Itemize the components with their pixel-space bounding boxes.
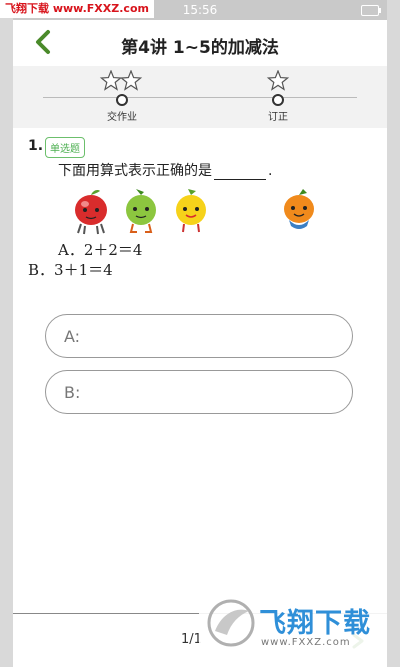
question-end-mark: . <box>268 163 273 179</box>
watermark-top: 飞翔下载 www.FXXZ.com <box>0 0 154 18</box>
page-title: 第4讲 1~5的加减法 <box>121 38 279 58</box>
step-dot <box>272 94 284 106</box>
step-label: 订正 <box>268 112 288 123</box>
progress-steps: 交作业 订正 <box>13 66 387 128</box>
star-icon <box>266 70 290 91</box>
choice-label: A: <box>64 327 81 346</box>
apple-cartoon-icon <box>75 190 107 235</box>
step-submit-homework[interactable]: 交作业 <box>82 70 162 123</box>
question-area: 1. 单选题 下面用算式表示正确的是. A．2＋2＝4 B．3＋1＝4 A: B… <box>13 128 387 613</box>
battery-icon <box>361 5 381 16</box>
lemon-cartoon-icon <box>176 189 206 233</box>
question-text: 下面用算式表示正确的是. <box>58 160 272 180</box>
brand-name: 飞翔下载 <box>259 608 371 639</box>
brand-url: www.FXXZ.com <box>261 637 351 648</box>
step-label: 交作业 <box>107 112 137 123</box>
step-dot <box>116 94 128 106</box>
brand-logo-icon <box>207 599 255 647</box>
orange-cartoon-icon <box>284 189 314 229</box>
device-frame-right <box>387 0 400 667</box>
answer-choice-b-button[interactable]: B: <box>45 370 353 414</box>
green-fruit-cartoon-icon <box>126 189 156 233</box>
step-correction[interactable]: 订正 <box>238 70 318 123</box>
answer-choice-a-button[interactable]: A: <box>45 314 353 358</box>
two-stars-icon <box>99 70 143 91</box>
option-b-text: B．3＋1＝4 <box>28 261 113 279</box>
device-frame-left <box>0 0 13 667</box>
option-a-text: A．2＋2＝4 <box>58 241 143 259</box>
question-prompt: 下面用算式表示正确的是 <box>58 163 212 179</box>
brand-watermark: 飞翔下载 www.FXXZ.com <box>199 595 387 657</box>
answer-blank <box>214 178 266 180</box>
question-type-badge: 单选题 <box>45 137 85 158</box>
header: 第4讲 1~5的加减法 <box>13 20 387 66</box>
question-number: 1. <box>28 138 44 154</box>
choice-label: B: <box>64 383 81 402</box>
